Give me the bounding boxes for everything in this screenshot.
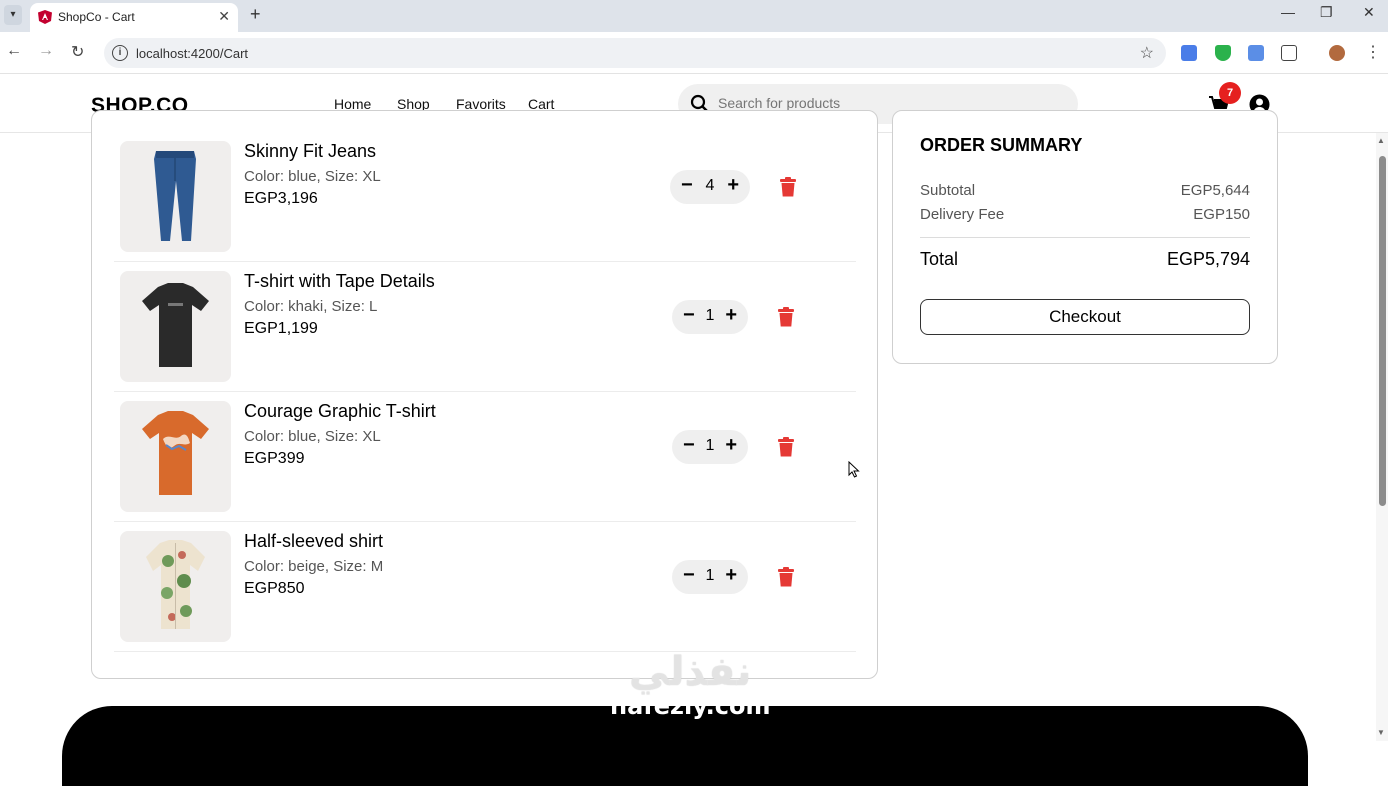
bookmark-star-icon[interactable]: ☆ <box>1140 43 1154 63</box>
watermark-arabic: نفذلي <box>629 649 752 695</box>
subtotal-label: Subtotal <box>920 182 976 199</box>
item-price: EGP399 <box>244 450 305 467</box>
increase-quantity-button[interactable]: + <box>727 174 739 197</box>
address-bar[interactable]: i localhost:4200/Cart ☆ <box>104 38 1166 68</box>
watermark-latin: nafezly.com <box>610 692 771 720</box>
new-tab-icon[interactable]: + <box>250 4 261 25</box>
angular-favicon-icon <box>38 10 52 24</box>
watermark: نفذلي nafezly.com <box>610 652 770 720</box>
subtotal-value: EGP5,644 <box>1180 182 1250 199</box>
item-name[interactable]: Courage Graphic T-shirt <box>244 401 436 422</box>
quantity-stepper: − 1 + <box>672 430 748 464</box>
item-price: EGP850 <box>244 580 305 597</box>
browser-menu-icon[interactable]: ⋮ <box>1365 42 1381 62</box>
delivery-fee-label: Delivery Fee <box>920 206 1005 223</box>
item-name[interactable]: T-shirt with Tape Details <box>244 271 435 292</box>
reload-icon[interactable]: ↻ <box>71 42 84 62</box>
trash-icon[interactable] <box>777 307 795 327</box>
quantity-stepper: − 1 + <box>672 300 748 334</box>
cart-items-panel: Skinny Fit Jeans Color: blue, Size: XL E… <box>91 110 878 679</box>
delivery-fee-value: EGP150 <box>1193 206 1250 223</box>
subtotal-row: Subtotal EGP5,644 <box>920 182 1250 199</box>
cart-item: Skinny Fit Jeans Color: blue, Size: XL E… <box>114 132 856 262</box>
order-summary-panel: ORDER SUMMARY Subtotal EGP5,644 Delivery… <box>892 110 1278 364</box>
docs-extension-icon[interactable] <box>1248 45 1264 61</box>
increase-quantity-button[interactable]: + <box>725 434 737 457</box>
product-image-floral-shirt[interactable] <box>120 531 231 642</box>
item-name[interactable]: Skinny Fit Jeans <box>244 141 376 162</box>
increase-quantity-button[interactable]: + <box>725 564 737 587</box>
translate-extension-icon[interactable] <box>1181 45 1197 61</box>
browser-toolbar: ← → ↻ i localhost:4200/Cart ☆ ⋮ <box>0 32 1388 74</box>
cart-item: Half-sleeved shirt Color: beige, Size: M… <box>114 522 856 652</box>
mouse-cursor-icon <box>848 461 860 478</box>
total-row: Total EGP5,794 <box>920 249 1250 270</box>
delivery-fee-row: Delivery Fee EGP150 <box>920 206 1250 223</box>
trash-icon[interactable] <box>779 177 797 197</box>
cart-count-badge: 7 <box>1219 82 1241 104</box>
item-meta: Color: khaki, Size: L <box>244 298 378 315</box>
quantity-stepper: − 4 + <box>670 170 750 204</box>
browser-tabbar: ▾ ShopCo - Cart ✕ + — ❐ ✕ <box>0 0 1388 32</box>
shield-extension-icon[interactable] <box>1215 45 1231 61</box>
trash-icon[interactable] <box>777 437 795 457</box>
cart-item: Courage Graphic T-shirt Color: blue, Siz… <box>114 392 856 522</box>
item-price: EGP1,199 <box>244 320 318 337</box>
profile-avatar[interactable] <box>1329 45 1345 61</box>
increase-quantity-button[interactable]: + <box>725 304 737 327</box>
forward-icon[interactable]: → <box>38 42 54 60</box>
total-label: Total <box>920 249 959 269</box>
summary-divider <box>920 237 1250 238</box>
checkout-button[interactable]: Checkout <box>920 299 1250 335</box>
total-value: EGP5,794 <box>1166 249 1250 269</box>
order-summary-title: ORDER SUMMARY <box>920 135 1083 155</box>
tab-search-menu-icon[interactable]: ▾ <box>4 5 22 25</box>
window-close-icon[interactable]: ✕ <box>1363 4 1375 21</box>
url-text[interactable]: localhost:4200/Cart <box>136 46 248 61</box>
item-meta: Color: beige, Size: M <box>244 558 384 575</box>
site-info-icon[interactable]: i <box>112 45 128 61</box>
quantity-stepper: − 1 + <box>672 560 748 594</box>
extensions-puzzle-icon[interactable] <box>1281 45 1297 61</box>
item-price: EGP3,196 <box>244 190 318 207</box>
search-input[interactable] <box>718 95 1058 111</box>
product-image-black-tshirt[interactable] <box>120 271 231 382</box>
trash-icon[interactable] <box>777 567 795 587</box>
product-image-orange-tshirt[interactable] <box>120 401 231 512</box>
minimize-icon[interactable]: — <box>1281 4 1295 20</box>
item-name[interactable]: Half-sleeved shirt <box>244 531 383 552</box>
tab-title: ShopCo - Cart <box>58 10 135 24</box>
browser-tab-active[interactable]: ShopCo - Cart ✕ <box>30 3 238 32</box>
item-meta: Color: blue, Size: XL <box>244 428 381 445</box>
cart-item: T-shirt with Tape Details Color: khaki, … <box>114 262 856 392</box>
tab-close-icon[interactable]: ✕ <box>218 8 230 25</box>
scroll-up-arrow-icon[interactable]: ▲ <box>1377 136 1385 145</box>
scroll-down-arrow-icon[interactable]: ▼ <box>1377 728 1385 737</box>
scrollbar-thumb[interactable] <box>1379 156 1386 506</box>
item-meta: Color: blue, Size: XL <box>244 168 381 185</box>
product-image-jeans[interactable] <box>120 141 231 252</box>
restore-icon[interactable]: ❐ <box>1320 4 1333 21</box>
back-icon[interactable]: ← <box>6 42 22 60</box>
